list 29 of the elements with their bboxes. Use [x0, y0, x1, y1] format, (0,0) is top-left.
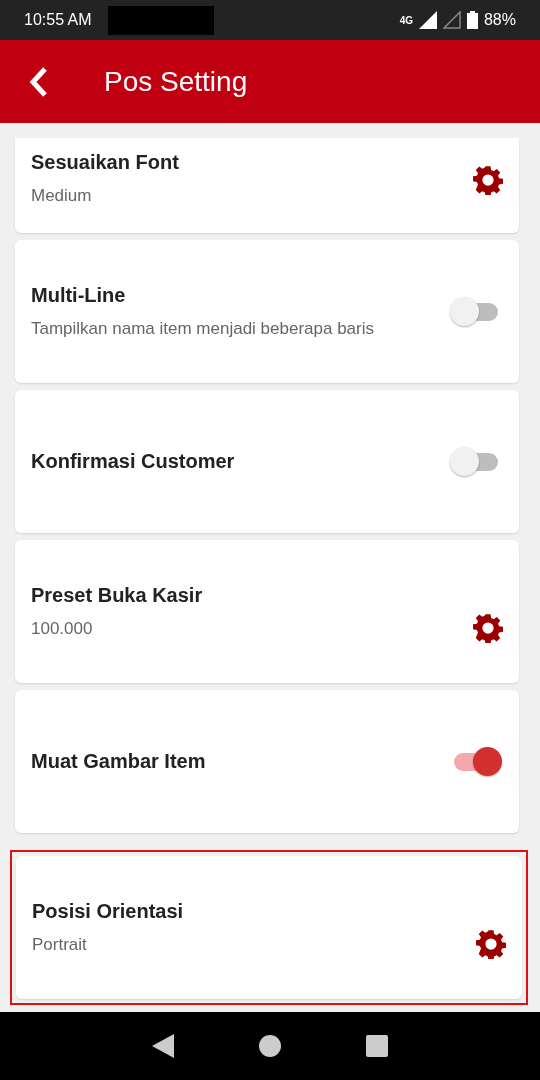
back-nav-icon[interactable]	[152, 1034, 175, 1058]
setting-value: 100.000	[31, 619, 94, 639]
signal-icon	[442, 11, 461, 29]
network-label: 4G	[399, 14, 413, 26]
setting-value: Medium	[31, 186, 93, 206]
gear-icon[interactable]	[473, 165, 503, 195]
setting-value: Tampilkan nama item menjadi beberapa baris	[31, 319, 375, 339]
home-nav-icon[interactable]	[259, 1035, 281, 1057]
setting-card[interactable]: Posisi Orientasi Portrait	[16, 856, 522, 999]
gear-icon[interactable]	[473, 613, 503, 643]
status-time: 10:55 AM	[24, 11, 92, 29]
recents-nav-icon[interactable]	[365, 1035, 388, 1057]
setting-card[interactable]: Sesuaikan Font Medium	[15, 138, 519, 233]
setting-card[interactable]: Konfirmasi Customer	[15, 390, 519, 533]
signal-icon	[418, 11, 437, 29]
battery-level: 88%	[483, 11, 516, 29]
setting-card[interactable]: Muat Gambar Item	[15, 690, 519, 833]
setting-title: Multi-Line	[31, 284, 127, 307]
setting-title: Sesuaikan Font	[31, 151, 180, 174]
setting-title: Konfirmasi Customer	[31, 450, 236, 473]
setting-value: Portrait	[32, 935, 88, 955]
setting-title: Posisi Orientasi	[32, 900, 185, 923]
screen-title: Pos Setting	[104, 65, 248, 98]
setting-title: Muat Gambar Item	[31, 750, 207, 773]
battery-icon	[466, 11, 478, 29]
setting-title: Preset Buka Kasir	[31, 584, 204, 607]
setting-card[interactable]: Preset Buka Kasir 100.000	[15, 540, 519, 683]
gear-icon[interactable]	[476, 929, 506, 959]
setting-card[interactable]: Multi-Line Tampilkan nama item menjadi beberapa baris	[15, 240, 519, 383]
